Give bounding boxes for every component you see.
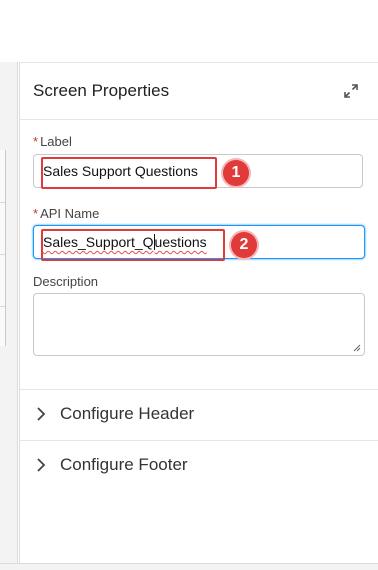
description-field-label: Description: [33, 274, 99, 289]
chevron-right-icon: [37, 458, 46, 472]
resize-grip-icon[interactable]: [353, 344, 361, 352]
divider: [0, 254, 5, 255]
api-name-input-value: Sales_Support_Questions: [43, 234, 207, 250]
section-configure-header[interactable]: Configure Header: [20, 389, 378, 440]
required-marker: *: [33, 134, 39, 149]
panel-header: Screen Properties: [20, 63, 378, 120]
section-label: Configure Footer: [60, 455, 188, 474]
canvas-edge: [0, 62, 18, 569]
section-configure-footer[interactable]: Configure Footer: [20, 440, 378, 491]
description-textarea[interactable]: [33, 293, 365, 356]
label-input-value: Sales Support Questions: [43, 163, 198, 179]
expand-icon[interactable]: [343, 83, 359, 99]
divider: [0, 306, 5, 307]
panel-title: Screen Properties: [33, 81, 170, 100]
api-name-field-label: * API Name: [33, 206, 100, 221]
screen-properties-panel: Screen Properties * Label Sales Support Q…: [19, 62, 378, 564]
chevron-right-icon: [37, 407, 46, 421]
section-label: Configure Header: [60, 404, 195, 423]
annotation-badge-1: 1: [223, 160, 249, 186]
label-input[interactable]: Sales Support Questions: [33, 154, 363, 188]
canvas-element-edge: [0, 150, 6, 346]
divider: [0, 202, 5, 203]
annotation-badge-2: 2: [231, 232, 257, 258]
api-name-input[interactable]: Sales_Support_Questions: [33, 225, 365, 259]
label-field-label: * Label: [33, 134, 72, 149]
required-marker: *: [33, 206, 39, 221]
